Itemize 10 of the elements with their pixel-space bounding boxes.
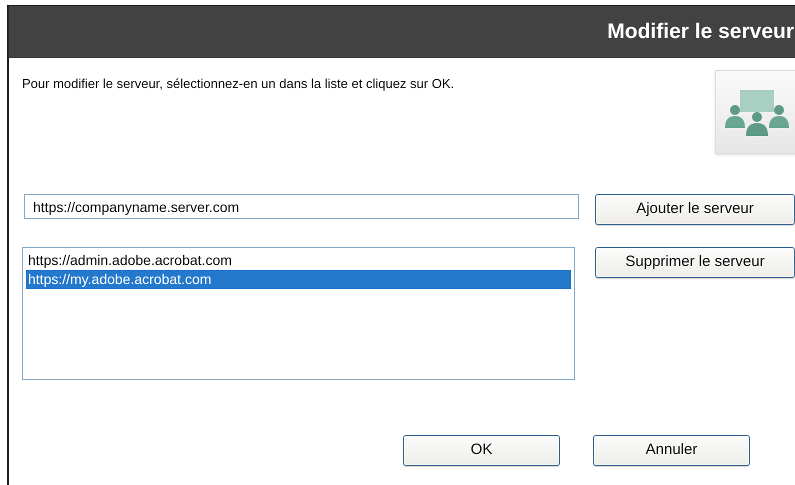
cancel-button[interactable]: Annuler xyxy=(593,435,750,466)
add-server-button[interactable]: Ajouter le serveur xyxy=(595,194,795,225)
instruction-text: Pour modifier le serveur, sélectionnez-en un dans la liste et cliquez sur OK. xyxy=(22,75,456,93)
window-title: Modifier le serveur xyxy=(607,19,795,46)
remove-server-button[interactable]: Supprimer le serveur xyxy=(595,247,795,278)
meeting-icon xyxy=(715,70,795,154)
server-list-item[interactable]: https://my.adobe.acrobat.com xyxy=(26,270,571,289)
server-list-item[interactable]: https://admin.adobe.acrobat.com xyxy=(26,251,571,270)
ok-button[interactable]: OK xyxy=(403,435,560,466)
server-url-field[interactable]: https://companyname.server.com xyxy=(24,194,579,219)
